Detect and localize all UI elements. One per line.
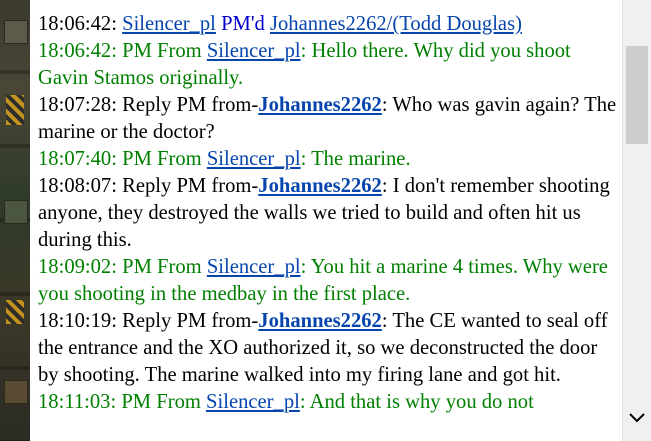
message-timestamp: 18:09:02: [38,256,117,278]
recipient-link[interactable]: Johannes2262/(Todd Douglas) [270,13,522,35]
sender-link[interactable]: Silencer_pl [207,40,301,62]
floor-tile [4,380,28,404]
pm-verb: PM'd [221,13,265,35]
sender-link[interactable]: Johannes2262 [258,94,382,116]
pm-prefix: PM From [121,391,201,413]
sender-link[interactable]: Johannes2262 [258,175,382,197]
chevron-down-icon[interactable] [628,409,646,427]
hazard-stripe [6,95,24,125]
chat-message: 18:06:42: Silencer_pl PM'd Johannes2262/… [38,11,618,38]
chat-message: 18:07:40: PM From Silencer_pl: The marin… [38,146,618,173]
message-timestamp: 18:08:07: [38,175,117,197]
chat-message: 18:09:02: PM From Silencer_pl: You hit a… [38,254,618,308]
chat-message: 18:11:03: PM From Silencer_pl: And that … [38,389,618,416]
sender-link[interactable]: Silencer_pl [206,391,300,413]
message-text: : And that is why you do not [299,391,534,413]
message-text: : The marine. [300,148,411,170]
floor-tile [4,20,28,44]
sender-link[interactable]: Silencer_pl [207,256,301,278]
floor-tile [4,200,28,224]
chat-output-panel: 18:06:42: Silencer_pl PM'd Johannes2262/… [30,0,622,441]
game-viewport-strip [0,0,30,441]
message-timestamp: 18:07:28: [38,94,117,116]
message-text: : Hello there. Why did you shoot Gavin S… [38,40,571,89]
game-window: 18:06:42: Silencer_pl PM'd Johannes2262/… [0,0,651,441]
pm-prefix: Reply PM from- [122,175,259,197]
pm-prefix: PM From [122,148,202,170]
pm-prefix: Reply PM from- [122,310,259,332]
pm-prefix: Reply PM from- [122,94,259,116]
message-timestamp: 18:11:03: [38,391,117,413]
chat-message: 18:07:28: Reply PM from-Johannes2262: Wh… [38,92,618,146]
sender-link[interactable]: Silencer_pl [122,13,216,35]
message-timestamp: 18:07:40: [38,148,117,170]
scrollbar-thumb[interactable] [626,46,648,144]
chat-message: 18:06:42: PM From Silencer_pl: Hello the… [38,38,618,92]
sender-link[interactable]: Johannes2262 [258,310,382,332]
hazard-stripe [6,300,24,324]
pm-prefix: PM From [122,40,202,62]
chat-scrollbar[interactable] [622,0,651,441]
chat-message: 18:08:07: Reply PM from-Johannes2262: I … [38,173,618,254]
message-timestamp: 18:06:42: [38,40,117,62]
chat-log: 18:06:42: Silencer_pl PM'd Johannes2262/… [38,11,618,416]
message-timestamp: 18:06:42: [38,13,117,35]
sender-link[interactable]: Silencer_pl [207,148,301,170]
chat-message: 18:10:19: Reply PM from-Johannes2262: Th… [38,308,618,389]
pm-prefix: PM From [122,256,202,278]
message-timestamp: 18:10:19: [38,310,117,332]
